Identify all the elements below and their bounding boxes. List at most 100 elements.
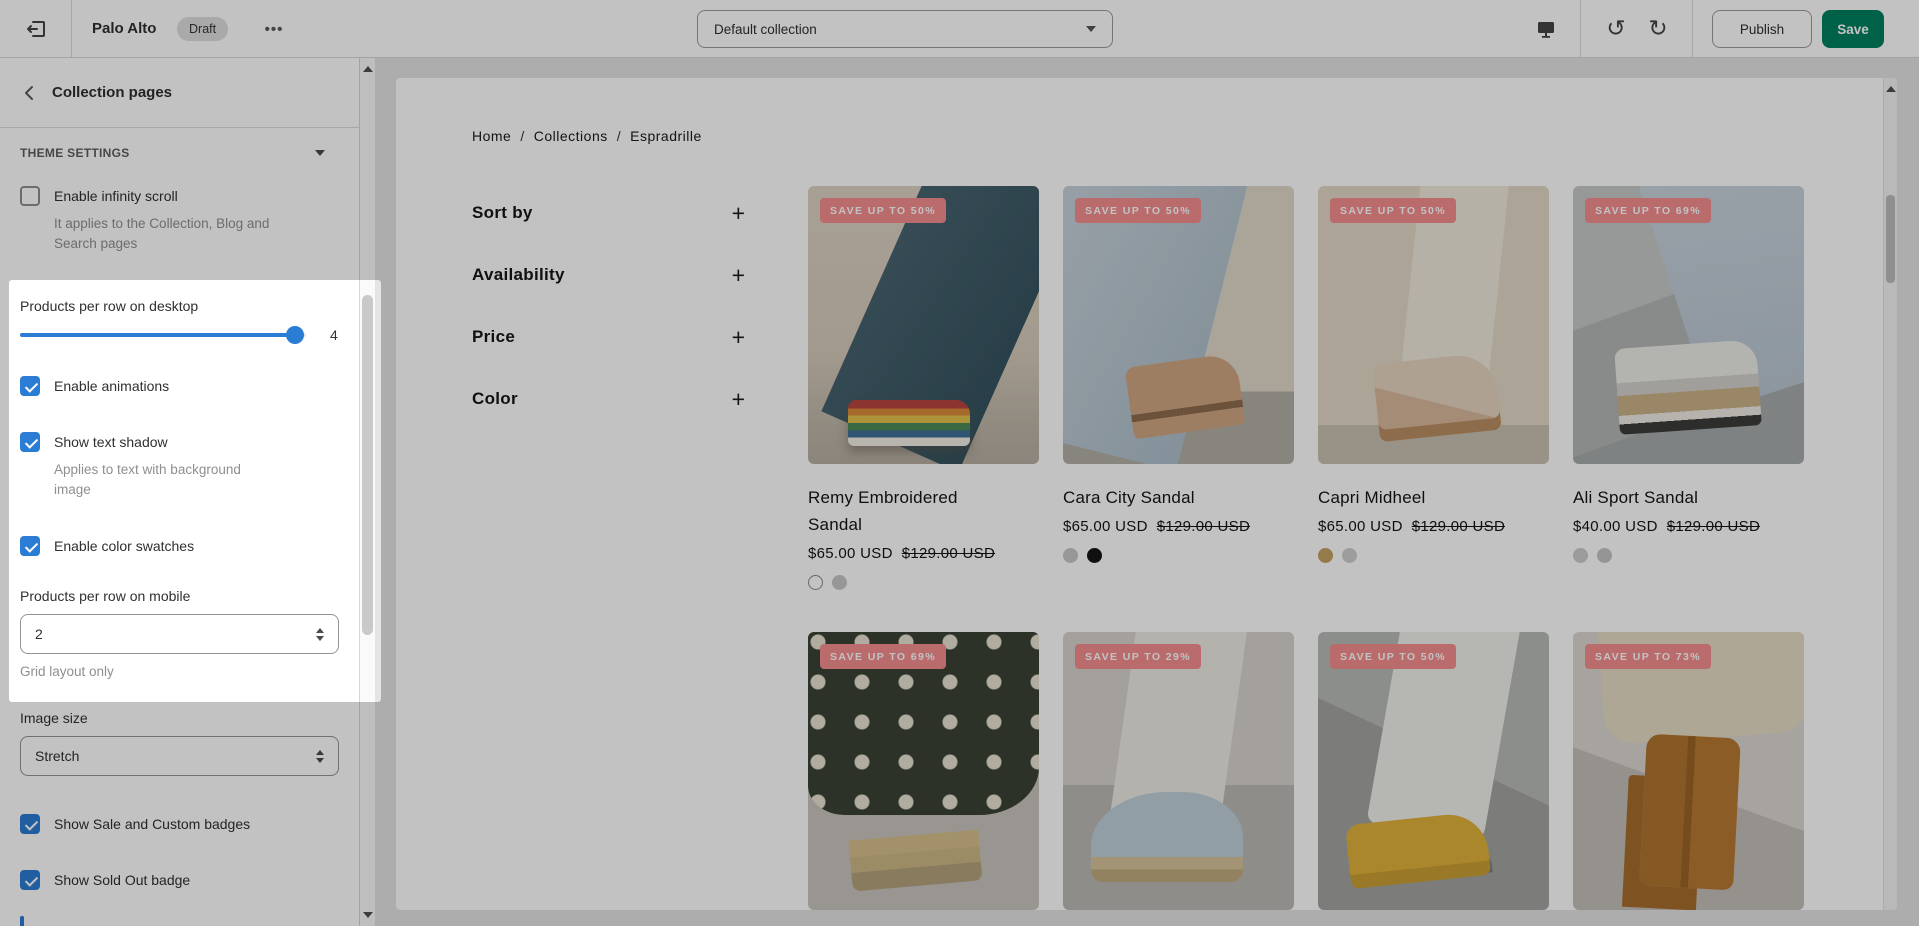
- sidebar-scrollbar[interactable]: [359, 58, 375, 926]
- product-image[interactable]: SAVE UP TO 69%: [1573, 186, 1804, 464]
- price-current: $65.00 USD: [1318, 518, 1403, 535]
- select-image-size[interactable]: Stretch: [20, 736, 339, 776]
- color-swatch[interactable]: [1063, 548, 1078, 563]
- product-card[interactable]: SAVE UP TO 69% Ali Sport Sandal $40.00 U…: [1573, 186, 1804, 632]
- checkbox[interactable]: [20, 432, 40, 452]
- breadcrumb-separator: /: [520, 128, 524, 144]
- product-image[interactable]: SAVE UP TO 69%: [808, 632, 1039, 910]
- swatch-list: [1063, 548, 1294, 563]
- filter-color[interactable]: Color +: [472, 368, 745, 430]
- product-prices: $40.00 USD $129.00 USD: [1573, 518, 1804, 535]
- color-swatch[interactable]: [1342, 548, 1357, 563]
- select-value: Stretch: [35, 748, 79, 764]
- checkbox[interactable]: [20, 814, 40, 834]
- setting-label: Show Sale and Custom badges: [54, 816, 250, 832]
- scroll-up-icon[interactable]: [363, 66, 373, 72]
- setting-label: Enable infinity scroll: [54, 188, 178, 204]
- product-card[interactable]: SAVE UP TO 50% Remy Embroidered Sandal $…: [808, 186, 1039, 632]
- page-selector-dropdown[interactable]: Default collection: [697, 10, 1113, 48]
- product-title[interactable]: Ali Sport Sandal: [1573, 484, 1763, 511]
- breadcrumb-home[interactable]: Home: [472, 128, 511, 144]
- slider-fill: [20, 333, 295, 337]
- product-image[interactable]: SAVE UP TO 50%: [808, 186, 1039, 464]
- price-current: $65.00 USD: [808, 545, 893, 562]
- color-swatch[interactable]: [1573, 548, 1588, 563]
- setting-infinity-scroll: Enable infinity scroll It applies to the…: [20, 186, 339, 254]
- swatch-list: [1318, 548, 1549, 563]
- checkbox[interactable]: [20, 536, 40, 556]
- save-button[interactable]: Save: [1822, 10, 1884, 48]
- storefront-preview: Home/Collections/Espradrille Sort by + A…: [396, 78, 1897, 910]
- checkbox[interactable]: [20, 870, 40, 890]
- price-compare-at: $129.00 USD: [1157, 518, 1250, 535]
- breadcrumb: Home/Collections/Espradrille: [472, 128, 702, 144]
- product-title[interactable]: Cara City Sandal: [1063, 484, 1253, 511]
- product-title[interactable]: Capri Midheel: [1318, 484, 1508, 511]
- redo-button[interactable]: ↻: [1636, 0, 1680, 57]
- setting-partially-visible: [20, 918, 339, 926]
- filter-sort-by[interactable]: Sort by +: [472, 182, 745, 244]
- sale-badge: SAVE UP TO 29%: [1075, 644, 1201, 669]
- chevron-left-icon: [20, 83, 40, 103]
- sale-badge: SAVE UP TO 50%: [1330, 644, 1456, 669]
- back-button[interactable]: [12, 75, 48, 111]
- monitor-icon: [1535, 18, 1557, 40]
- desktop-preview-button[interactable]: [1524, 0, 1568, 57]
- slider-value: 4: [330, 327, 338, 343]
- undo-button[interactable]: ↺: [1594, 0, 1638, 57]
- filter-availability[interactable]: Availability +: [472, 244, 745, 306]
- slider-thumb[interactable]: [286, 326, 304, 344]
- price-compare-at: $129.00 USD: [1412, 518, 1505, 535]
- setting-enable-animations: Enable animations: [20, 376, 339, 396]
- preview-scrollbar[interactable]: [1883, 78, 1897, 910]
- color-swatch[interactable]: [1087, 548, 1102, 563]
- swatch-list: [1573, 548, 1804, 563]
- scroll-down-icon[interactable]: [363, 912, 373, 918]
- plus-icon: +: [732, 386, 745, 413]
- sale-badge: SAVE UP TO 69%: [820, 644, 946, 669]
- scroll-up-icon[interactable]: [1886, 86, 1896, 92]
- color-swatch[interactable]: [832, 575, 847, 590]
- product-title[interactable]: Remy Embroidered Sandal: [808, 484, 998, 538]
- product-prices: $65.00 USD $129.00 USD: [1063, 518, 1294, 535]
- exit-editor-button[interactable]: [0, 0, 72, 57]
- sale-badge: SAVE UP TO 50%: [820, 198, 946, 223]
- select-products-per-row-mobile[interactable]: 2: [20, 614, 339, 654]
- filter-price[interactable]: Price +: [472, 306, 745, 368]
- filter-list: Sort by + Availability + Price + Color +: [472, 182, 745, 430]
- setting-show-text-shadow: Show text shadow Applies to text with ba…: [20, 432, 339, 500]
- breadcrumb-current: Espradrille: [630, 128, 702, 144]
- collapse-caret-icon: [315, 150, 325, 156]
- checkbox[interactable]: [20, 186, 40, 206]
- publish-button[interactable]: Publish: [1712, 10, 1812, 48]
- setting-help-text: It applies to the Collection, Blog and S…: [54, 214, 310, 254]
- color-swatch[interactable]: [1318, 548, 1333, 563]
- color-swatch[interactable]: [808, 575, 823, 590]
- product-card[interactable]: SAVE UP TO 50% Cara City Sandal $65.00 U…: [1063, 186, 1294, 632]
- editor-topbar: Palo Alto Draft ••• Default collection ↺…: [0, 0, 1919, 58]
- color-swatch[interactable]: [1597, 548, 1612, 563]
- scrollbar-thumb[interactable]: [1886, 195, 1895, 283]
- scrollbar-thumb[interactable]: [362, 295, 373, 635]
- breadcrumb-collections[interactable]: Collections: [534, 128, 608, 144]
- product-image[interactable]: SAVE UP TO 50%: [1318, 186, 1549, 464]
- product-image[interactable]: SAVE UP TO 29%: [1063, 632, 1294, 910]
- setting-label: Products per row on desktop: [20, 298, 339, 314]
- chevron-down-icon: [1086, 26, 1096, 32]
- theme-settings-section-header[interactable]: THEME SETTINGS: [20, 146, 339, 160]
- checkbox[interactable]: [20, 376, 40, 396]
- price-current: $65.00 USD: [1063, 518, 1148, 535]
- range-slider[interactable]: [20, 326, 306, 344]
- product-card[interactable]: SAVE UP TO 50% Capri Midheel $65.00 USD …: [1318, 186, 1549, 632]
- section-title: THEME SETTINGS: [20, 146, 130, 160]
- product-image[interactable]: SAVE UP TO 50%: [1063, 186, 1294, 464]
- select-stepper-icon: [316, 628, 324, 641]
- product-image[interactable]: SAVE UP TO 50%: [1318, 632, 1549, 910]
- product-image[interactable]: SAVE UP TO 73%: [1573, 632, 1804, 910]
- swatch-list: [808, 575, 1039, 590]
- select-stepper-icon: [316, 750, 324, 763]
- more-actions-button[interactable]: •••: [252, 11, 296, 47]
- setting-label: Enable color swatches: [54, 538, 194, 554]
- checkbox[interactable]: [20, 916, 24, 926]
- preview-area: Home/Collections/Espradrille Sort by + A…: [375, 58, 1919, 926]
